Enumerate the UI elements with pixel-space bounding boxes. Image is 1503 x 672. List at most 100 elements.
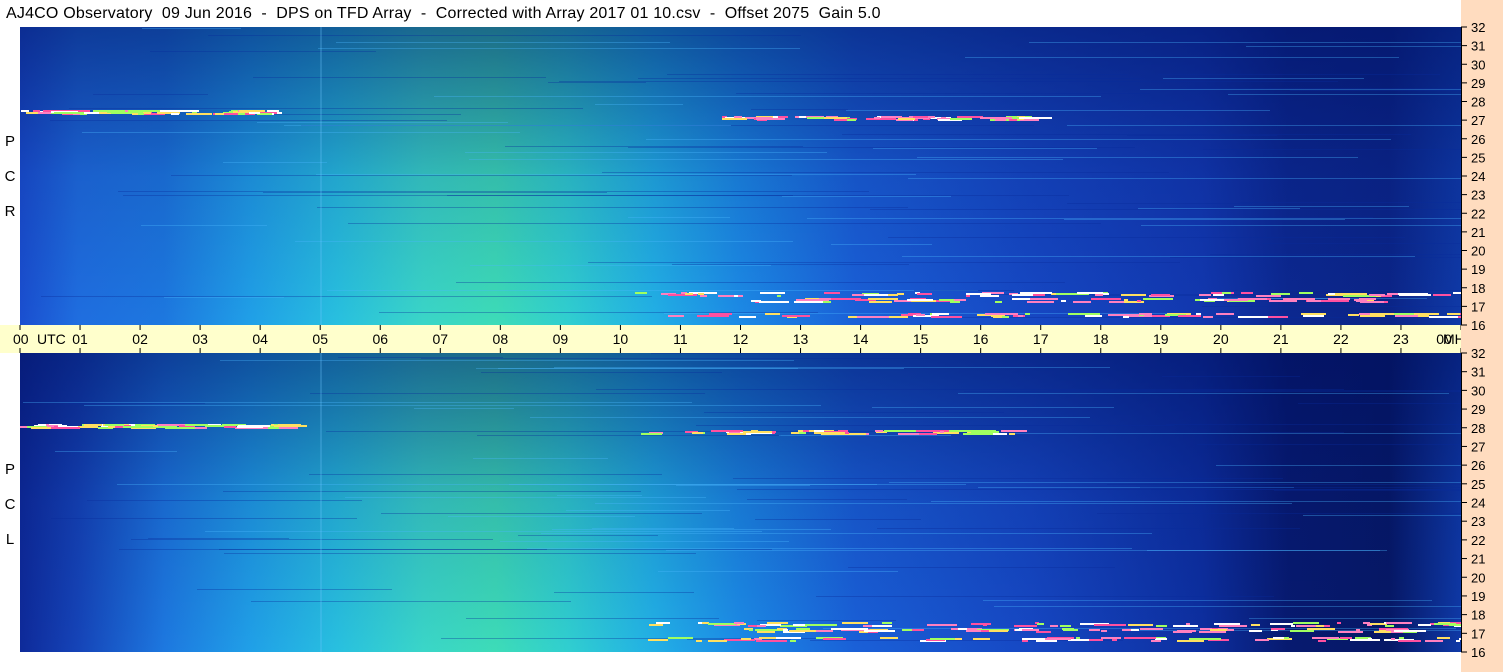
lcp-interference [1140,628,1163,630]
lcp-interference [1089,629,1100,631]
lcp-interference [790,640,796,642]
rcp-interference [1216,313,1234,315]
lcp-interference [1101,637,1121,639]
rcp-striation [141,225,267,226]
lcp-freq-tick-label: 22 [1471,533,1485,548]
lcp-striation [1140,487,1461,488]
lcp-striation [755,519,921,520]
rcp-striation [434,96,1101,97]
lcp-interference [1386,622,1412,624]
lcp-interference [838,628,868,630]
lcp-interference [875,430,883,432]
lcp-interference [1036,640,1057,642]
rcp-label-r: R [4,203,16,220]
rcp-striation [1202,306,1461,307]
rcp-striation [917,157,1358,158]
time-tick-label: 03 [192,331,208,347]
rcp-interference [1203,316,1213,318]
rcp-interference [734,295,738,297]
lcp-interference [708,623,736,625]
rcp-striation [888,237,1405,238]
rcp-striation [1170,257,1461,258]
lcp-interference [1101,630,1107,632]
rcp-striation [908,178,1461,179]
rcp-interference [1301,313,1326,315]
time-tick-label: 14 [853,331,869,347]
lcp-interference [58,425,67,427]
lcp-striation [477,435,781,436]
lcp-interference [1307,628,1335,630]
lcp-freq-tick-label: 25 [1471,477,1485,492]
rcp-freq-tick-label: 31 [1471,39,1485,54]
lcp-striation [595,503,1292,504]
lcp-label-p: P [4,461,15,478]
lcp-striation [877,528,1300,529]
rcp-striation [846,110,1270,111]
lcp-interference [711,430,743,432]
lcp-freq-tick-label: 18 [1471,608,1485,623]
lcp-spectrogram-canvas [20,353,1461,652]
lcp-interference [741,638,751,640]
rcp-striation [588,262,1180,263]
rcp-freq-tick-label: 16 [1471,318,1485,333]
lcp-striation [219,549,772,550]
lcp-interference [927,624,957,626]
lcp-interference [1112,639,1117,641]
rcp-interference [668,315,684,317]
lcp-interference [759,637,776,639]
rcp-interference [1019,117,1052,119]
rcp-striation [118,191,869,192]
rcp-striation [150,51,376,52]
lcp-interference [224,426,236,428]
lcp-interference [1363,622,1370,624]
lcp-striation [473,458,608,459]
rcp-interference [1283,298,1315,300]
lcp-striation [1097,513,1461,514]
lcp-striation [889,482,1461,483]
rcp-interference [794,301,823,303]
lcp-striation [596,389,1344,390]
lcp-freq-tick-label: 28 [1471,421,1485,436]
rcp-interference [718,295,743,297]
rcp-interference [1399,294,1431,296]
lcp-polarization-label: P C L [0,460,20,565]
lcp-striation [223,491,641,492]
time-tick-label: 00 [13,331,29,347]
rcp-striation [164,297,284,298]
rcp-striation [842,134,1411,135]
rcp-interference [931,316,962,318]
lcp-interference [796,628,810,630]
lcp-striation [338,357,503,358]
lcp-striation [747,499,907,500]
lcp-interference [1014,625,1037,627]
time-tick-label: 13 [793,331,809,347]
lcp-interference [749,629,753,631]
rcp-striation [470,265,771,266]
lcp-striation [414,408,514,409]
rcp-interference [1453,292,1461,294]
lcp-interference [1456,640,1460,642]
lcp-interference [814,432,845,434]
rcp-striation [336,42,670,43]
lcp-striation [476,368,798,369]
lcp-striation [872,407,1114,408]
rcp-interference [1091,298,1121,300]
rcp-interference [985,313,1018,315]
rcp-interference [107,111,125,113]
rcp-interference [128,110,160,112]
lcp-striation [197,589,392,590]
lcp-striation [1162,376,1300,377]
lcp-interference [1151,640,1161,642]
lcp-striation [1260,432,1344,433]
lcp-interference [1210,629,1227,631]
rcp-interference [932,313,949,315]
lcp-interference [884,430,916,432]
rcp-interference [1335,293,1367,295]
rcp-interference [852,294,865,296]
lcp-striation [224,553,696,554]
rcp-interference [132,113,138,115]
rcp-interference [1303,315,1324,317]
lcp-striation [310,393,705,394]
rcp-striation [263,192,607,193]
rcp-interference [1328,298,1350,300]
